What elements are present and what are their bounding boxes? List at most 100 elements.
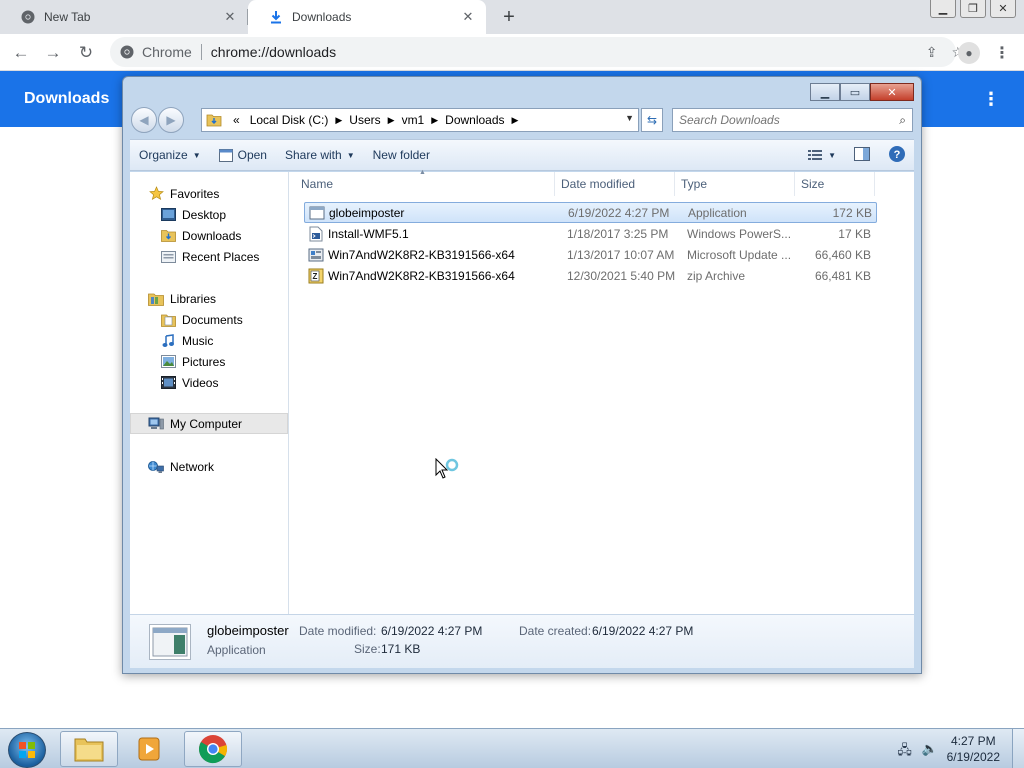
profile-avatar-icon[interactable]: ● [958, 42, 980, 64]
forward-arrow-icon[interactable]: → [42, 42, 64, 64]
tab-new-tab[interactable]: New Tab ✕ [0, 0, 248, 34]
nav-item-label: Pictures [182, 354, 226, 369]
breadcrumb[interactable]: « Local Disk (C:) ▶ Users ▶ vm1 ▶ Downlo… [201, 108, 639, 132]
column-label: Size [801, 177, 825, 191]
minimize-icon[interactable]: ▁ [930, 0, 956, 18]
clock-time: 4:27 PM [950, 734, 996, 748]
minimize-icon[interactable]: ▁ [810, 83, 840, 101]
file-type: Windows PowerS... [687, 226, 792, 241]
table-row[interactable]: globeimposter 6/19/2022 4:27 PM Applicat… [304, 202, 877, 223]
close-icon[interactable]: ✕ [990, 0, 1016, 18]
forward-arrow-icon[interactable]: ▶ [158, 107, 184, 133]
window-controls: ▁ ❐ ✕ [930, 0, 1016, 18]
share-icon[interactable]: ⇪ [926, 44, 938, 61]
organize-button[interactable]: Organize ▼ [130, 140, 210, 170]
close-icon[interactable]: ✕ [870, 83, 914, 101]
table-row[interactable]: Win7AndW2K8R2-KB3191566-x64 1/13/2017 10… [304, 244, 877, 265]
restore-icon[interactable]: ❐ [960, 0, 986, 18]
column-header-size[interactable]: Size [795, 172, 875, 196]
close-tab-icon[interactable]: ✕ [460, 9, 476, 25]
nav-item-label: Documents [182, 312, 243, 327]
address-bar[interactable]: Chrome chrome://downloads [110, 37, 956, 67]
nav-item-my-computer[interactable]: My Computer [130, 413, 288, 434]
breadcrumb-item[interactable]: vm1 [402, 113, 425, 127]
url-text[interactable]: chrome://downloads [211, 44, 336, 60]
folder-download-icon [206, 114, 222, 127]
chevron-down-icon: ▼ [346, 150, 355, 160]
column-header-date-modified[interactable]: Date modified [555, 172, 675, 196]
nav-item-favorites[interactable]: Favorites [130, 183, 288, 204]
table-row[interactable]: Install-WMF5.1 1/18/2017 3:25 PM Windows… [304, 223, 877, 244]
taskbar-explorer-button[interactable] [60, 731, 118, 767]
share-with-label: Share with [284, 148, 342, 162]
page-title: Downloads [24, 90, 110, 107]
nav-item-desktop[interactable]: Desktop [130, 204, 288, 225]
show-desktop-button[interactable] [1012, 729, 1024, 768]
column-label: Name [301, 177, 334, 191]
size-value: 171 KB [381, 642, 421, 656]
taskbar-chrome-button[interactable] [184, 731, 242, 767]
back-arrow-icon[interactable]: ◀ [131, 107, 157, 133]
windows-start-icon[interactable] [8, 732, 46, 768]
close-tab-icon[interactable]: ✕ [222, 9, 238, 25]
sort-ascending-icon: ▲ [419, 169, 426, 176]
column-header-type[interactable]: Type [675, 172, 795, 196]
table-row[interactable]: Z Win7AndW2K8R2-KB3191566-x64 12/30/2021… [304, 265, 877, 286]
new-folder-button[interactable]: New folder [364, 140, 439, 170]
change-view-icon[interactable]: ▼ [808, 149, 836, 161]
network-status-icon[interactable]: 🖧 [897, 741, 912, 763]
nav-item-videos[interactable]: Videos [130, 372, 288, 393]
chevron-right-icon[interactable]: ▶ [431, 115, 438, 126]
file-size: 172 KB [832, 205, 872, 220]
search-field[interactable] [679, 113, 879, 127]
chevron-right-icon[interactable]: ▶ [335, 115, 342, 126]
breadcrumb-item[interactable]: Downloads [445, 113, 504, 127]
file-size: 17 KB [838, 226, 871, 241]
preview-pane-icon[interactable] [854, 146, 870, 164]
nav-item-label: Desktop [182, 207, 227, 222]
taskbar-media-player-button[interactable] [120, 731, 178, 767]
chevron-down-icon[interactable]: ▼ [625, 113, 634, 123]
kebab-menu-icon[interactable]: ⋮ [982, 89, 1000, 110]
search-input[interactable]: ⌕ [672, 108, 913, 132]
open-button[interactable]: Open [210, 140, 276, 170]
nav-item-music[interactable]: Music [130, 330, 288, 351]
tab-downloads[interactable]: Downloads ✕ [248, 0, 486, 34]
file-type: Application [688, 205, 747, 220]
volume-icon[interactable]: 🔈 [922, 741, 938, 763]
pictures-icon [160, 354, 176, 370]
reload-icon[interactable]: ↻ [75, 42, 97, 64]
breadcrumb-item[interactable]: Users [349, 113, 380, 127]
chrome-icon [20, 9, 36, 25]
share-with-button[interactable]: Share with ▼ [276, 140, 364, 170]
back-arrow-icon[interactable]: ← [10, 42, 32, 64]
help-icon[interactable]: ? [888, 145, 906, 166]
selected-file-name: globeimposter [207, 623, 289, 638]
maximize-icon[interactable]: ▭ [840, 83, 870, 101]
view-controls: ▼ ? [808, 140, 906, 170]
nav-item-network[interactable]: Network [130, 456, 288, 477]
nav-item-libraries[interactable]: Libraries [130, 288, 288, 309]
nav-item-label: My Computer [170, 416, 243, 431]
chevron-down-icon: ▼ [192, 150, 201, 160]
refresh-icon[interactable]: ⇆ [641, 108, 663, 132]
nav-item-recent-places[interactable]: Recent Places [130, 246, 288, 267]
file-name-cell: Z Win7AndW2K8R2-KB3191566-x64 [304, 268, 564, 284]
nav-item-documents[interactable]: Documents [130, 309, 288, 330]
breadcrumb-item[interactable]: Local Disk (C:) [250, 113, 329, 127]
navigation-pane: Favorites Desktop Downloads Recent Place… [130, 172, 289, 614]
file-size: 66,460 KB [814, 247, 871, 262]
search-icon[interactable]: ⌕ [899, 113, 906, 128]
libraries-icon [148, 291, 164, 307]
kebab-menu-icon[interactable]: ⋮ [994, 42, 1010, 64]
taskbar-clock[interactable]: 4:27 PM 6/19/2022 [947, 733, 1000, 765]
column-header-name[interactable]: ▲ Name [289, 169, 555, 196]
chevron-right-icon[interactable]: ▶ [388, 115, 395, 126]
new-tab-button[interactable]: + [498, 6, 520, 28]
system-tray: 🖧 🔈 [897, 741, 938, 763]
nav-item-downloads[interactable]: Downloads [130, 225, 288, 246]
chevron-right-icon[interactable]: ▶ [512, 115, 519, 126]
breadcrumb-overflow[interactable]: « [233, 113, 240, 127]
nav-item-pictures[interactable]: Pictures [130, 351, 288, 372]
omnibox-separator [200, 44, 202, 60]
